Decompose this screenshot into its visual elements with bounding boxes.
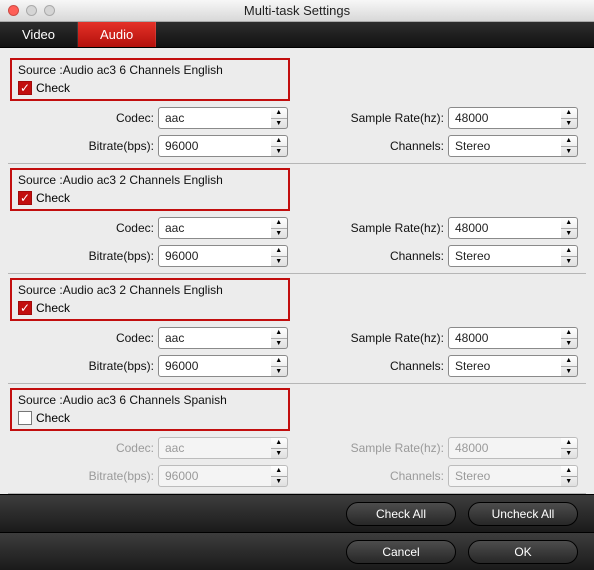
source-highlight-box: Source :Audio ac3 6 Channels English ✓ C…	[10, 58, 290, 101]
cancel-button[interactable]: Cancel	[346, 540, 456, 564]
codec-label: Codec:	[8, 331, 158, 345]
check-checkbox[interactable]: ✓	[18, 191, 32, 205]
track-fields: Codec: aac ▲▼ Sample Rate(hz): 48000 ▲▼ …	[8, 107, 586, 157]
bitrate-select[interactable]: 96000 ▲▼	[158, 245, 288, 267]
bitrate-label: Bitrate(bps):	[8, 359, 158, 373]
sample-rate-select[interactable]: 48000 ▲▼	[448, 327, 578, 349]
tab-audio[interactable]: Audio	[78, 22, 156, 47]
sample-rate-label: Sample Rate(hz):	[318, 331, 448, 345]
bitrate-select[interactable]: 96000 ▲▼	[158, 135, 288, 157]
check-label: Check	[36, 81, 70, 95]
spinner-icon[interactable]: ▲▼	[561, 327, 578, 349]
close-icon[interactable]	[8, 5, 19, 16]
check-all-button[interactable]: Check All	[346, 502, 456, 526]
check-bar: Check All Uncheck All	[0, 494, 594, 532]
check-row: Check	[18, 411, 282, 425]
sample-rate-label: Sample Rate(hz):	[318, 221, 448, 235]
check-row: ✓ Check	[18, 191, 282, 205]
sample-rate-select[interactable]: 48000 ▲▼	[448, 217, 578, 239]
channels-select[interactable]: Stereo ▲▼	[448, 355, 578, 377]
content-area: Source :Audio ac3 6 Channels English ✓ C…	[0, 48, 594, 494]
bitrate-select[interactable]: 96000 ▲▼	[158, 355, 288, 377]
codec-label: Codec:	[8, 441, 158, 455]
source-highlight-box: Source :Audio ac3 2 Channels English ✓ C…	[10, 278, 290, 321]
spinner-icon[interactable]: ▲▼	[271, 327, 288, 349]
bitrate-label: Bitrate(bps):	[8, 469, 158, 483]
channels-select[interactable]: Stereo ▲▼	[448, 135, 578, 157]
check-label: Check	[36, 191, 70, 205]
channels-select[interactable]: Stereo ▲▼	[448, 245, 578, 267]
bitrate-label: Bitrate(bps):	[8, 249, 158, 263]
spinner-icon[interactable]: ▲▼	[561, 245, 578, 267]
check-label: Check	[36, 411, 70, 425]
bottom-bars: Check All Uncheck All Cancel OK	[0, 494, 594, 570]
spinner-icon[interactable]: ▲▼	[561, 135, 578, 157]
audio-track: Source :Audio ac3 6 Channels English ✓ C…	[8, 54, 586, 164]
spinner-icon: ▲▼	[271, 465, 288, 487]
track-fields: Codec: aac ▲▼ Sample Rate(hz): 48000 ▲▼ …	[8, 217, 586, 267]
sample-rate-label: Sample Rate(hz):	[318, 441, 448, 455]
spinner-icon[interactable]: ▲▼	[271, 135, 288, 157]
source-label: Source :Audio ac3 2 Channels English	[18, 173, 282, 187]
ok-button[interactable]: OK	[468, 540, 578, 564]
audio-track: Source :Audio ac3 2 Channels English ✓ C…	[8, 273, 586, 384]
titlebar: Multi-task Settings	[0, 0, 594, 22]
audio-track: Source :Audio ac3 2 Channels English ✓ C…	[8, 163, 586, 274]
source-label: Source :Audio ac3 2 Channels English	[18, 283, 282, 297]
zoom-icon[interactable]	[44, 5, 55, 16]
check-checkbox[interactable]: ✓	[18, 301, 32, 315]
codec-label: Codec:	[8, 111, 158, 125]
action-bar: Cancel OK	[0, 532, 594, 570]
spinner-icon[interactable]: ▲▼	[561, 217, 578, 239]
channels-label: Channels:	[318, 249, 448, 263]
tab-video[interactable]: Video	[0, 22, 78, 47]
spinner-icon[interactable]: ▲▼	[271, 355, 288, 377]
spinner-icon: ▲▼	[271, 437, 288, 459]
spinner-icon[interactable]: ▲▼	[561, 107, 578, 129]
bitrate-select: 96000 ▲▼	[158, 465, 288, 487]
source-highlight-box: Source :Audio ac3 6 Channels Spanish Che…	[10, 388, 290, 431]
spinner-icon[interactable]: ▲▼	[561, 355, 578, 377]
uncheck-all-button[interactable]: Uncheck All	[468, 502, 578, 526]
minimize-icon[interactable]	[26, 5, 37, 16]
sample-rate-label: Sample Rate(hz):	[318, 111, 448, 125]
codec-select[interactable]: aac ▲▼	[158, 107, 288, 129]
codec-label: Codec:	[8, 221, 158, 235]
spinner-icon: ▲▼	[561, 437, 578, 459]
spinner-icon[interactable]: ▲▼	[271, 107, 288, 129]
source-highlight-box: Source :Audio ac3 2 Channels English ✓ C…	[10, 168, 290, 211]
channels-label: Channels:	[318, 139, 448, 153]
channels-select: Stereo ▲▼	[448, 465, 578, 487]
codec-select[interactable]: aac ▲▼	[158, 217, 288, 239]
source-label: Source :Audio ac3 6 Channels Spanish	[18, 393, 282, 407]
audio-track: Source :Audio ac3 6 Channels Spanish Che…	[8, 383, 586, 494]
codec-select[interactable]: aac ▲▼	[158, 327, 288, 349]
check-row: ✓ Check	[18, 81, 282, 95]
check-label: Check	[36, 301, 70, 315]
spinner-icon[interactable]: ▲▼	[271, 245, 288, 267]
source-label: Source :Audio ac3 6 Channels English	[18, 63, 282, 77]
settings-window: Multi-task Settings Video Audio Source :…	[0, 0, 594, 570]
traffic-lights	[0, 5, 55, 16]
tabbar: Video Audio	[0, 22, 594, 48]
channels-label: Channels:	[318, 359, 448, 373]
check-checkbox[interactable]	[18, 411, 32, 425]
sample-rate-select: 48000 ▲▼	[448, 437, 578, 459]
window-title: Multi-task Settings	[0, 3, 594, 18]
codec-select: aac ▲▼	[158, 437, 288, 459]
sample-rate-select[interactable]: 48000 ▲▼	[448, 107, 578, 129]
bitrate-label: Bitrate(bps):	[8, 139, 158, 153]
track-fields: Codec: aac ▲▼ Sample Rate(hz): 48000 ▲▼ …	[8, 437, 586, 487]
track-fields: Codec: aac ▲▼ Sample Rate(hz): 48000 ▲▼ …	[8, 327, 586, 377]
spinner-icon[interactable]: ▲▼	[271, 217, 288, 239]
check-checkbox[interactable]: ✓	[18, 81, 32, 95]
channels-label: Channels:	[318, 469, 448, 483]
check-row: ✓ Check	[18, 301, 282, 315]
spinner-icon: ▲▼	[561, 465, 578, 487]
